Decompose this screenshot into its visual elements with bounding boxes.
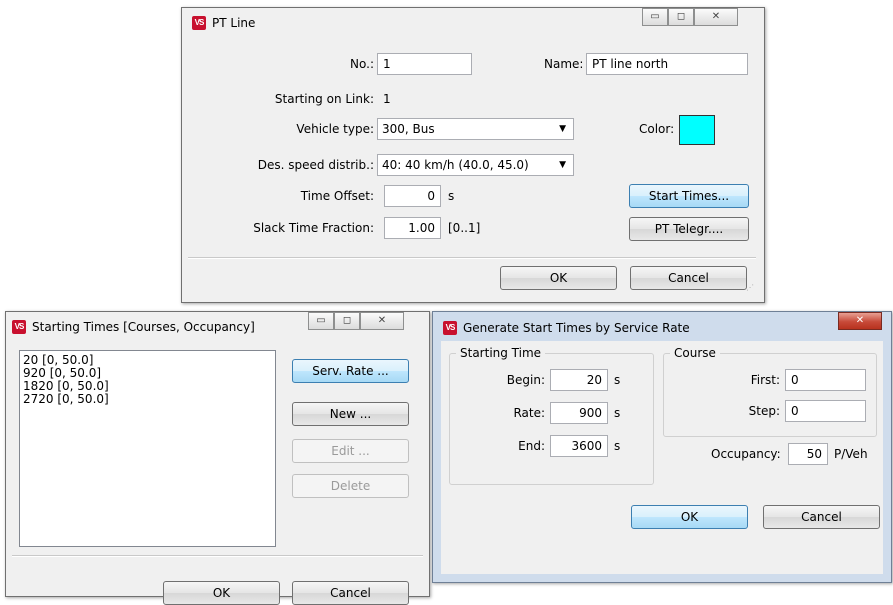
window-title: PT Line [212,16,256,30]
close-icon[interactable]: ✕ [694,8,738,26]
rate-label: Rate: [513,406,545,420]
color-swatch[interactable] [679,115,715,145]
slack-time-range: [0..1] [448,221,481,235]
window-title: Starting Times [Courses, Occupancy] [32,320,255,334]
starting-on-link-label: Starting on Link: [274,92,374,106]
divider [12,555,423,557]
color-label: Color: [639,122,675,136]
generate-client: Starting Time Begin: 20 s Rate: 900 s En… [441,341,883,574]
close-icon[interactable]: ✕ [360,312,404,330]
des-speed-value: 40: 40 km/h (40.0, 45.0) [382,158,529,172]
ok-button[interactable]: OK [500,266,617,290]
slack-time-label: Slack Time Fraction: [253,221,374,235]
vehicle-type-select[interactable]: 300, Bus ▼ [377,118,574,140]
rate-input[interactable]: 900 [550,402,608,424]
first-label: First: [750,373,780,387]
resize-grip-icon[interactable]: ⋰ [746,284,754,292]
name-label: Name: [544,57,584,71]
window-title: Generate Start Times by Service Rate [463,321,690,335]
title-bar[interactable]: VS PT Line ▭ ◻ ✕ [182,8,764,34]
starting-on-link-value: 1 [383,92,391,106]
serv-rate-button[interactable]: Serv. Rate ... [292,359,409,383]
step-input[interactable]: 0 [785,400,866,422]
starting-times-list[interactable]: 20 [0, 50.0] 920 [0, 50.0] 1820 [0, 50.0… [19,350,276,547]
start-times-button[interactable]: Start Times... [629,184,749,208]
end-unit: s [614,439,621,453]
close-icon[interactable]: ✕ [838,312,882,330]
pt-telegr-button[interactable]: PT Telegr.... [629,217,749,241]
vehicle-type-value: 300, Bus [382,122,435,136]
list-item[interactable]: 2720 [0, 50.0] [23,393,272,406]
step-label: Step: [748,404,780,418]
first-input[interactable]: 0 [785,369,866,391]
minimize-icon[interactable]: ▭ [642,8,668,26]
end-label: End: [518,439,545,453]
app-icon: VS [192,16,206,30]
course-group [663,353,877,437]
cancel-button[interactable]: Cancel [292,581,409,605]
maximize-icon[interactable]: ◻ [668,8,694,26]
starting-time-group-title: Starting Time [456,346,546,360]
occupancy-input[interactable]: 50 [788,443,828,465]
title-bar[interactable]: VS Generate Start Times by Service Rate … [433,312,891,340]
time-offset-label: Time Offset: [300,189,374,203]
pt-line-dialog: VS PT Line ▭ ◻ ✕ No.: 1 Name: PT line no… [181,7,765,303]
des-speed-label: Des. speed distrib.: [257,158,374,172]
cancel-button[interactable]: Cancel [630,266,747,290]
pt-line-client: No.: 1 Name: PT line north Starting on L… [188,41,756,294]
ok-button[interactable]: OK [163,581,280,605]
time-offset-unit: s [448,189,455,203]
slack-time-input[interactable]: 1.00 [384,217,441,239]
cancel-button[interactable]: Cancel [763,505,880,529]
no-label: No.: [350,57,374,71]
rate-unit: s [614,406,621,420]
edit-button[interactable]: Edit ... [292,439,409,463]
name-input[interactable]: PT line north [586,53,748,75]
des-speed-select[interactable]: 40: 40 km/h (40.0, 45.0) ▼ [377,154,574,176]
begin-label: Begin: [506,373,545,387]
divider [188,257,756,259]
no-input[interactable]: 1 [377,53,472,75]
delete-button[interactable]: Delete [292,474,409,498]
vehicle-type-label: Vehicle type: [296,122,374,136]
generate-start-times-dialog: VS Generate Start Times by Service Rate … [432,311,892,583]
new-button[interactable]: New ... [292,402,409,426]
begin-input[interactable]: 20 [550,369,608,391]
time-offset-input[interactable]: 0 [384,185,441,207]
end-input[interactable]: 3600 [550,435,608,457]
chevron-down-icon: ▼ [559,160,566,170]
occupancy-unit: P/Veh [834,447,868,461]
ok-button[interactable]: OK [631,505,748,529]
starting-times-client: 20 [0, 50.0] 920 [0, 50.0] 1820 [0, 50.0… [12,338,423,605]
begin-unit: s [614,373,621,387]
title-bar[interactable]: VS Starting Times [Courses, Occupancy] ▭… [6,312,429,338]
course-group-title: Course [670,346,720,360]
minimize-icon[interactable]: ▭ [308,312,334,330]
app-icon: VS [12,320,26,334]
app-icon: VS [443,321,457,335]
maximize-icon[interactable]: ◻ [334,312,360,330]
chevron-down-icon: ▼ [559,124,566,134]
starting-times-dialog: VS Starting Times [Courses, Occupancy] ▭… [5,311,430,605]
occupancy-label: Occupancy: [711,447,781,461]
